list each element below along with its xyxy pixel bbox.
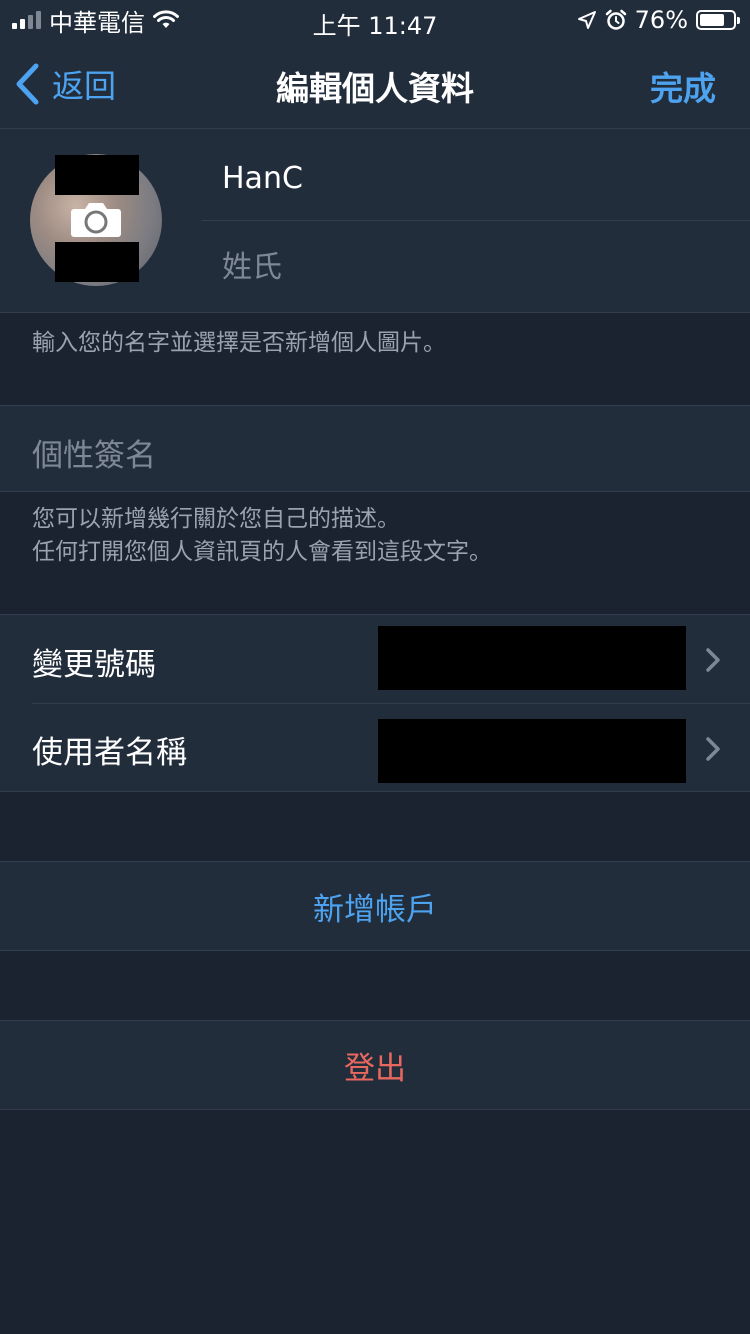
status-bar: 中華電信 上午 11:47 76%	[0, 0, 750, 40]
username-label: 使用者名稱	[32, 735, 187, 771]
username-row[interactable]: 使用者名稱	[0, 703, 750, 791]
bio-hint: 您可以新增幾行關於您自己的描述。 任何打開您個人資訊頁的人會看到這段文字。	[32, 503, 492, 569]
first-name-field[interactable]: HanC	[222, 161, 303, 196]
done-button[interactable]: 完成	[650, 62, 716, 110]
chevron-right-icon	[706, 648, 720, 672]
battery-level	[700, 14, 725, 26]
last-name-field[interactable]: 姓氏	[222, 242, 282, 286]
bio-hint-line: 您可以新增幾行關於您自己的描述。	[32, 506, 400, 532]
bio-field[interactable]: 個性簽名	[32, 430, 156, 475]
bio-section: 個性簽名	[0, 405, 750, 492]
chevron-right-icon	[706, 737, 720, 761]
bio-hint-line: 任何打開您個人資訊頁的人會看到這段文字。	[32, 539, 492, 565]
redaction-block	[55, 242, 139, 282]
location-arrow-icon	[577, 11, 596, 29]
profile-hint: 輸入您的名字並選擇是否新增個人圖片。	[32, 330, 446, 356]
settings-list: 變更號碼 使用者名稱	[0, 614, 750, 792]
logout-button[interactable]: 登出	[0, 1020, 750, 1110]
add-account-button[interactable]: 新增帳戶	[0, 861, 750, 951]
redaction-block	[378, 626, 686, 690]
divider	[202, 220, 750, 221]
redaction-block	[55, 155, 139, 195]
redaction-block	[378, 719, 686, 783]
change-number-label: 變更號碼	[32, 647, 156, 683]
change-number-row[interactable]: 變更號碼	[0, 615, 750, 704]
camera-icon[interactable]	[70, 199, 122, 239]
navigation-bar: 返回 編輯個人資料 完成	[0, 40, 750, 129]
profile-section: HanC 姓氏	[0, 129, 750, 313]
status-right: 76%	[577, 6, 740, 34]
battery-icon	[696, 10, 740, 30]
page-title: 編輯個人資料	[276, 69, 474, 108]
battery-percent: 76%	[634, 6, 688, 34]
alarm-icon	[605, 9, 626, 30]
